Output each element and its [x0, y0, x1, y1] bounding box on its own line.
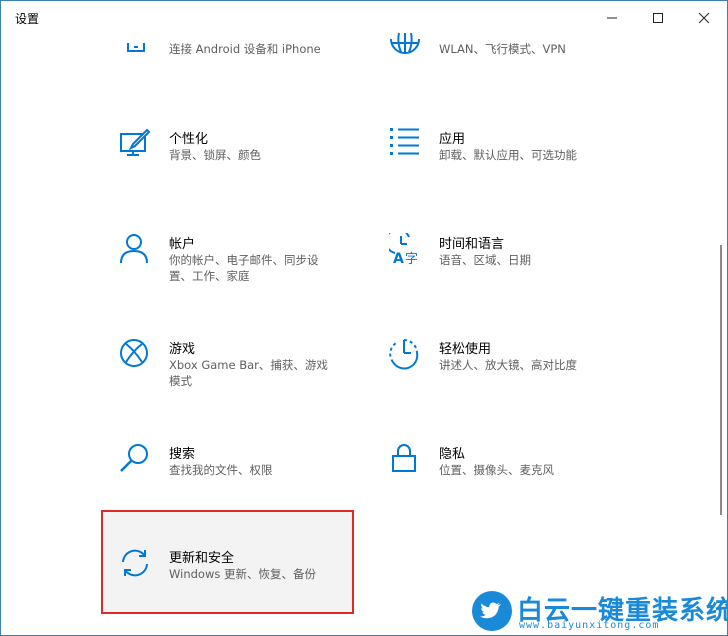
close-button[interactable] [681, 1, 727, 35]
tile-privacy-name: 隐私 [439, 447, 466, 462]
sync-arrows-icon [119, 547, 153, 581]
tile-gaming-desc-line2: 模式 [169, 374, 192, 388]
tile-ease-of-access-desc: 讲述人、放大镜、高对比度 [439, 358, 577, 372]
tile-gaming-desc-line1: Xbox Game Bar、捕获、游戏 [169, 358, 328, 372]
minimize-icon [607, 17, 617, 19]
lock-icon [389, 443, 423, 477]
tile-gaming[interactable]: 游戏 Xbox Game Bar、捕获、游戏 模式 [119, 338, 369, 418]
tile-search-desc: 查找我的文件、权限 [169, 463, 273, 477]
tile-accounts-desc: 你的帐户、电子邮件、同步设 置、工作、家庭 [169, 252, 359, 284]
ease-of-access-icon [389, 338, 423, 372]
tile-personalization-desc: 背景、锁屏、颜色 [169, 148, 261, 162]
maximize-icon [653, 13, 663, 23]
tile-update-security-desc: Windows 更新、恢复、备份 [169, 567, 316, 581]
watermark: 白云一键重装系统 www.baiyunxitong.com [471, 586, 727, 635]
svg-text:字: 字 [405, 252, 418, 267]
tile-update-security[interactable]: 更新和安全 Windows 更新、恢复、备份 [119, 547, 369, 627]
time-language-icon: A 字 [389, 233, 423, 267]
title-bar: 设置 [1, 1, 727, 35]
tile-gaming-name: 游戏 [169, 342, 196, 357]
tile-time-language[interactable]: A 字 时间和语言 语音、区域、日期 [389, 233, 639, 313]
tile-phone-desc: 连接 Android 设备和 iPhone [169, 42, 321, 56]
tile-phone[interactable]: 连接 Android 设备和 iPhone [119, 42, 369, 129]
tile-personalization-name: 个性化 [169, 132, 209, 147]
phone-icon [119, 33, 153, 67]
scrollbar[interactable] [720, 245, 722, 515]
tile-apps-desc: 卸载、默认应用、可选功能 [439, 148, 577, 162]
search-icon [119, 443, 153, 477]
svg-text:A: A [393, 251, 404, 267]
watermark-url: www.baiyunxitong.com [519, 620, 660, 631]
tile-search-name: 搜索 [169, 447, 196, 462]
tile-personalization[interactable]: 个性化 背景、锁屏、颜色 [119, 128, 369, 208]
tile-accounts[interactable]: 帐户 你的帐户、电子邮件、同步设 置、工作、家庭 [119, 233, 369, 313]
tile-time-language-desc: 语音、区域、日期 [439, 253, 531, 267]
maximize-button[interactable] [635, 1, 681, 35]
tile-accounts-desc-line2: 置、工作、家庭 [169, 269, 250, 283]
tile-update-security-name: 更新和安全 [169, 551, 235, 566]
close-icon [698, 12, 710, 24]
tile-network[interactable]: WLAN、飞行模式、VPN [389, 33, 639, 129]
xbox-icon [119, 338, 153, 372]
window-title: 设置 [15, 12, 40, 26]
twitter-bird-icon [471, 590, 513, 632]
tile-ease-of-access-name: 轻松使用 [439, 342, 492, 357]
tile-accounts-name: 帐户 [169, 237, 196, 252]
minimize-button[interactable] [589, 1, 635, 35]
tile-privacy-desc: 位置、摄像头、麦克风 [439, 463, 554, 477]
tile-apps[interactable]: 应用 卸载、默认应用、可选功能 [389, 128, 639, 208]
settings-window: 设置 连接 Android 设备和 iPhone WLAN、飞行模式、VPN 个… [0, 0, 728, 636]
tile-accounts-desc-line1: 你的帐户、电子邮件、同步设 [169, 253, 319, 267]
tile-apps-name: 应用 [439, 132, 466, 147]
tile-gaming-desc: Xbox Game Bar、捕获、游戏 模式 [169, 357, 359, 389]
globe-icon [389, 33, 423, 67]
person-icon [119, 233, 153, 267]
tile-time-language-name: 时间和语言 [439, 237, 505, 252]
tile-ease-of-access[interactable]: 轻松使用 讲述人、放大镜、高对比度 [389, 338, 639, 418]
tile-network-desc: WLAN、飞行模式、VPN [439, 42, 566, 56]
tile-privacy[interactable]: 隐私 位置、摄像头、麦克风 [389, 443, 639, 523]
paint-brush-monitor-icon [119, 128, 153, 162]
apps-list-icon [389, 128, 423, 162]
